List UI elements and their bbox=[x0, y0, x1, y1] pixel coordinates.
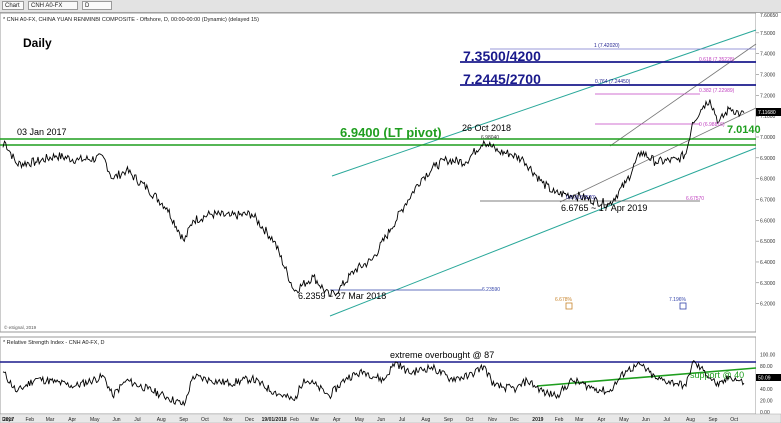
y-tick-label: 6.4000 bbox=[760, 260, 776, 266]
chart-canvas[interactable]: * CNH A0-FX, CHINA YUAN RENMINBI COMPOSI… bbox=[0, 0, 781, 423]
low-2019-value-right: 6.67570 bbox=[686, 196, 704, 202]
x-tick-label: Jul bbox=[399, 417, 405, 423]
event-flag-1-label: 6.678% bbox=[555, 297, 573, 303]
x-tick-label: Jun bbox=[642, 417, 650, 423]
x-tick-label: Dec bbox=[510, 417, 519, 423]
x-tick-label: Oct bbox=[730, 417, 738, 423]
x-tick-label: Sep bbox=[708, 417, 717, 423]
x-tick-label: Feb bbox=[555, 417, 564, 423]
rsi-y-tick-label: 0.00 bbox=[760, 410, 770, 416]
x-tick-label: 2017 bbox=[3, 417, 14, 423]
rsi-y-tick-label: 80.00 bbox=[760, 364, 773, 370]
high-2018-value: 6.98040 bbox=[481, 135, 499, 141]
resistance-1-label: 7.3500/4200 bbox=[463, 48, 541, 64]
fib-0764-label: 0.764 (7.24450) bbox=[595, 79, 631, 85]
last-price-value: 7.11680 bbox=[758, 110, 776, 116]
rsi-y-tick-label: 20.00 bbox=[760, 399, 773, 405]
y-tick-label: 6.6000 bbox=[760, 218, 776, 224]
fib-base-label: 0 (6.98816) bbox=[699, 122, 725, 128]
x-tick-label: Jun bbox=[112, 417, 120, 423]
x-tick-label: 2019 bbox=[532, 417, 543, 423]
low-2018-value: 6.23590 bbox=[482, 287, 500, 293]
x-tick-label: May bbox=[355, 417, 365, 423]
fib-1-label: 1 (7.42020) bbox=[594, 43, 620, 49]
event-flag-2-icon[interactable] bbox=[679, 302, 687, 310]
y-tick-label: 6.2000 bbox=[760, 302, 776, 308]
y-tick-label: 6.3000 bbox=[760, 281, 776, 287]
y-tick-label: 6.9000 bbox=[760, 156, 776, 162]
pivot-label: 6.9400 (LT pivot) bbox=[340, 125, 442, 140]
x-tick-label: May bbox=[619, 417, 629, 423]
y-tick-label: 7.5000 bbox=[760, 31, 776, 37]
x-tick-label: 19/01/2018 bbox=[262, 417, 287, 423]
x-tick-label: Mar bbox=[575, 417, 584, 423]
timeframe-label: Daily bbox=[23, 36, 52, 50]
rsi-y-tick-label: 100.00 bbox=[760, 353, 776, 359]
fib-0618-label: 0.618 (7.35228) bbox=[699, 57, 735, 63]
low-2018-label: 6.2359 ~ 27 Mar 2018 bbox=[298, 291, 386, 301]
x-tick-label: Apr bbox=[333, 417, 341, 423]
x-tick-label: May bbox=[90, 417, 100, 423]
event-flag-1-icon[interactable] bbox=[565, 302, 573, 310]
x-tick-label: Sep bbox=[179, 417, 188, 423]
price-panel bbox=[0, 12, 757, 333]
x-tick-label: Aug bbox=[421, 417, 430, 423]
x-tick-label: Feb bbox=[290, 417, 299, 423]
copyright-text: © eSignal, 2019 bbox=[4, 324, 37, 330]
high-2018-label: 26 Oct 2018 bbox=[462, 123, 511, 133]
rsi-last-value: 50.09 bbox=[758, 376, 771, 382]
y-tick-label: 7.2000 bbox=[760, 93, 776, 99]
x-tick-label: Jul bbox=[664, 417, 670, 423]
x-tick-label: Mar bbox=[46, 417, 55, 423]
x-tick-label: Aug bbox=[686, 417, 695, 423]
y-tick-label: 6.7000 bbox=[760, 197, 776, 203]
x-tick-label: Apr bbox=[598, 417, 606, 423]
x-tick-label: Jul bbox=[134, 417, 140, 423]
rsi-panel-header: * Relative Strength Index - CNH A0-FX, D bbox=[3, 340, 105, 346]
y-tick-label: 7.0000 bbox=[760, 135, 776, 141]
x-tick-label: Apr bbox=[68, 417, 76, 423]
event-flag-2-label: 7.196% bbox=[669, 297, 687, 303]
x-tick-label: Dec bbox=[245, 417, 254, 423]
rsi-y-tick-label: 40.00 bbox=[760, 387, 773, 393]
overbought-label: extreme overbought @ 87 bbox=[390, 350, 494, 360]
x-tick-label: Jun bbox=[377, 417, 385, 423]
x-tick-label: Nov bbox=[223, 417, 232, 423]
y-tick-top: 7.60650 bbox=[760, 13, 778, 19]
y-tick-label: 7.4000 bbox=[760, 52, 776, 58]
low-2019-value: 0.0 (6.67570) bbox=[566, 195, 596, 201]
fib-extra-label: 0.382 (7.22989) bbox=[699, 88, 735, 94]
x-tick-label: Oct bbox=[201, 417, 209, 423]
x-tick-label: Mar bbox=[310, 417, 319, 423]
x-tick-label: Feb bbox=[25, 417, 34, 423]
x-tick-label: Nov bbox=[488, 417, 497, 423]
x-tick-label: Oct bbox=[466, 417, 474, 423]
y-tick-label: 7.3000 bbox=[760, 73, 776, 79]
x-tick-label: Aug bbox=[157, 417, 166, 423]
price-panel-header: * CNH A0-FX, CHINA YUAN RENMINBI COMPOSI… bbox=[3, 17, 259, 23]
resistance-2-label: 7.2445/2700 bbox=[463, 71, 541, 87]
y-tick-label: 6.5000 bbox=[760, 239, 776, 245]
low-2019-label: 6.6765 ~ 17 Apr 2019 bbox=[561, 203, 647, 213]
y-tick-label: 6.8000 bbox=[760, 177, 776, 183]
x-tick-label: Sep bbox=[444, 417, 453, 423]
high-2017-label: 03 Jan 2017 bbox=[17, 127, 67, 137]
support-right-label: 7.0140 bbox=[727, 124, 761, 136]
